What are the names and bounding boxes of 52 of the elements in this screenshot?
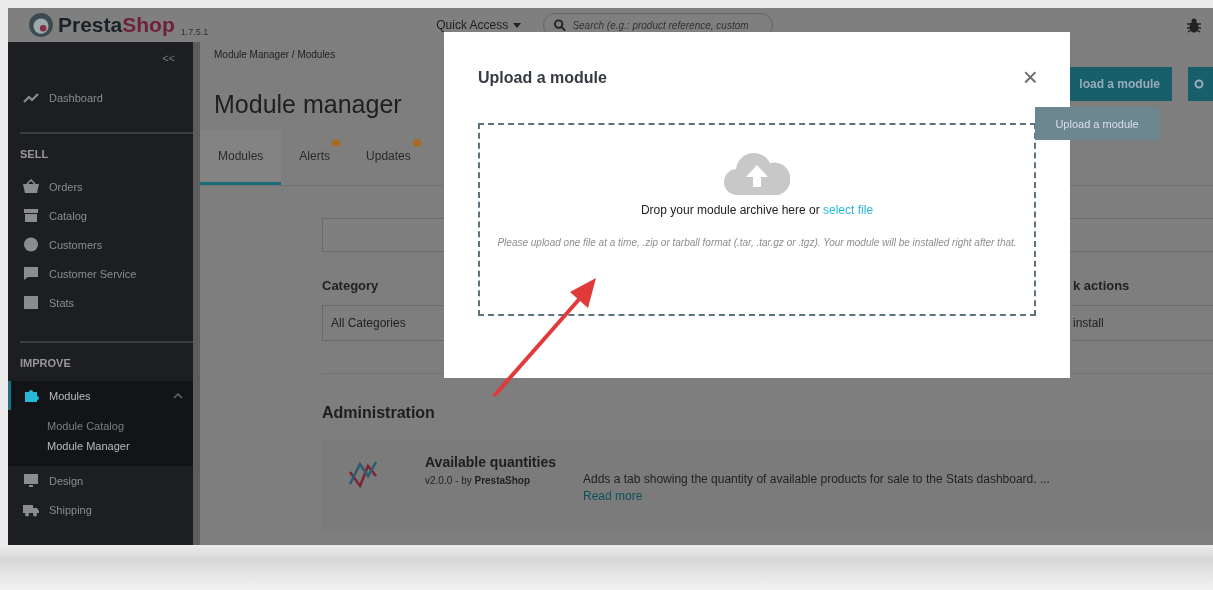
module-name: Available quantities (425, 454, 557, 470)
section-heading: SELL (19, 147, 50, 162)
tooltip: Upload a module (1035, 107, 1159, 140)
sidebar-item[interactable]: Stats (8, 288, 193, 317)
module-version: v2.0.0 - by PrestaShop (425, 475, 532, 486)
upload-hint: Please upload one file at a time, .zip or tarball format (.tar, .tar.gz or .tgz). Your module will be installed right after that. (497, 236, 1017, 250)
bulk-action-select[interactable]: install (1073, 305, 1213, 341)
logo-icon (28, 12, 54, 38)
caret-up-icon (173, 392, 183, 399)
logo-text: PrestaShop (58, 13, 175, 37)
drop-zone[interactable]: Drop your module archive here or select file Please upload one file at a time, .zip or tarball format (.tar, .tar.gz or .tgz). Your module will be installed right after that. (478, 123, 1036, 316)
search-icon (554, 18, 567, 32)
toolbar-button[interactable] (1188, 67, 1213, 101)
logo[interactable]: PrestaShop (28, 12, 175, 38)
cloud-upload-icon (724, 151, 790, 195)
sidebar-item[interactable]: Dashboard (8, 72, 193, 124)
bug-icon[interactable] (1187, 17, 1201, 33)
sidebar-subitem[interactable]: Module Catalog (8, 416, 193, 436)
sidebar-item[interactable]: Customer Service (8, 259, 193, 288)
truck-icon (23, 502, 39, 517)
tab[interactable]: Alerts (281, 130, 349, 185)
filter-label: k actions (1073, 278, 1131, 293)
sidebar-subitem[interactable]: Module Manager (8, 436, 193, 456)
tab[interactable]: Updates (348, 130, 429, 185)
section-heading: IMPROVE (19, 356, 72, 371)
gear-icon (1194, 79, 1204, 89)
sidebar-item[interactable]: Modules (8, 381, 193, 410)
sidebar-item[interactable]: Customers (8, 230, 193, 259)
collapse-button[interactable]: << (162, 52, 175, 64)
monitor-icon (23, 473, 39, 488)
line-chart-icon (23, 92, 39, 104)
filter-label: Category (322, 278, 380, 293)
basket-icon (23, 179, 39, 194)
chat-icon (23, 266, 39, 281)
close-button[interactable]: × (1022, 62, 1038, 93)
sidebar-item[interactable]: Design (8, 466, 193, 495)
section-heading: Administration (322, 404, 436, 422)
drop-instructions: Drop your module archive here or select file (640, 203, 874, 217)
sidebar-item[interactable]: Shipping (8, 495, 193, 524)
module-description: Adds a tab showing the quantity of available products for sale to the Stats dashboard. ... (583, 472, 1050, 486)
dialog-title: Upload a module (478, 68, 607, 87)
caret-icon (513, 22, 522, 28)
scrollbar[interactable] (193, 42, 200, 545)
page-title: Module manager (214, 90, 402, 119)
sidebar-item[interactable]: Orders (8, 172, 193, 201)
quick-access-button[interactable]: Quick Access (436, 18, 522, 32)
version-label: 1.7.5.1 (180, 27, 209, 37)
puzzle-icon (23, 388, 39, 403)
breadcrumb: Module Manager / Modules (214, 49, 337, 60)
tab[interactable]: Modules (200, 130, 282, 185)
sidebar-item[interactable]: Catalog (8, 201, 193, 230)
store-icon (23, 208, 39, 223)
